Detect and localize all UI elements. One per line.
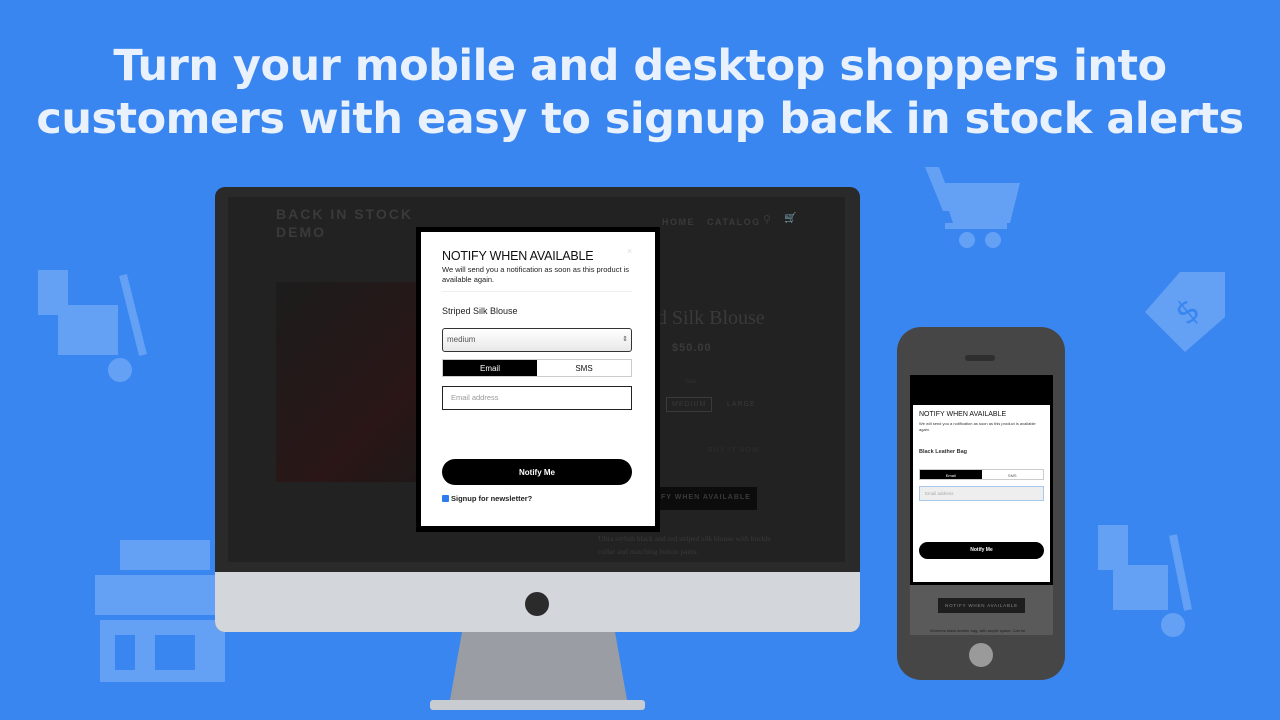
buy-now-button[interactable]: BUY IT NOW (708, 447, 759, 454)
cart-icon[interactable]: 🛒 (784, 213, 796, 224)
product-description: Ultra stylish black and red striped silk… (598, 534, 771, 556)
product-description: Womens black leather bag, with ample spa… (930, 628, 1026, 633)
phone-screen: NOTIFY WHEN AVAILABLE We will send you a… (910, 375, 1053, 635)
desktop-monitor: BACK IN STOCK DEMO HOME CATALOG ⚲ 🛒 ed S… (215, 187, 860, 632)
headline: Turn your mobile and desktop shoppers in… (0, 40, 1280, 146)
search-icon[interactable]: ⚲ (763, 213, 771, 226)
mobile-phone: NOTIFY WHEN AVAILABLE We will send you a… (897, 327, 1065, 680)
modal-subtitle: We will send you a notification as soon … (442, 265, 630, 284)
tab-email[interactable]: Email (920, 470, 982, 479)
cart-icon (925, 165, 1020, 248)
notify-modal: NOTIFY WHEN AVAILABLE × We will send you… (416, 227, 660, 532)
size-label: Size (685, 379, 697, 385)
newsletter-label: Signup for newsletter? (451, 494, 533, 503)
hand-truck-icon (38, 270, 147, 382)
notify-when-available-button[interactable]: FY WHEN AVAILABLE (653, 487, 757, 510)
modal-subtitle: We will send you a notification as soon … (919, 421, 1036, 432)
nav-home[interactable]: HOME (662, 217, 695, 227)
variant-select[interactable]: medium ⇕ (442, 328, 632, 352)
channel-tabs: Email SMS (442, 359, 632, 377)
select-arrows-icon: ⇕ (622, 336, 628, 343)
modal-title: NOTIFY WHEN AVAILABLE (919, 411, 1007, 418)
product-title: ed Silk Blouse (648, 307, 765, 329)
checkbox-checked-icon[interactable] (442, 495, 449, 502)
notify-me-button[interactable]: Notify Me (442, 459, 632, 485)
home-button[interactable] (969, 643, 993, 667)
store-title[interactable]: BACK IN STOCK DEMO (276, 205, 426, 241)
nav-catalog[interactable]: CATALOG (707, 217, 761, 227)
modal-title: NOTIFY WHEN AVAILABLE (442, 249, 594, 263)
divider (442, 291, 632, 292)
size-large[interactable]: LARGE (727, 401, 756, 408)
notify-me-button[interactable]: Notify Me (919, 542, 1044, 559)
price-tag-icon: $ (1145, 272, 1225, 352)
product-name: Black Leather Bag (919, 449, 967, 455)
price: $50.00 (672, 342, 712, 354)
tab-sms[interactable]: SMS (982, 470, 1044, 479)
desktop-screen: BACK IN STOCK DEMO HOME CATALOG ⚲ 🛒 ed S… (228, 197, 845, 562)
variant-value: medium (447, 335, 476, 344)
monitor-stand (430, 632, 645, 712)
product-name: Striped Silk Blouse (442, 306, 518, 316)
close-icon[interactable]: × (627, 246, 632, 256)
notify-when-available-button[interactable]: NOTIFY WHEN AVAILABLE (938, 598, 1025, 613)
email-input[interactable]: Email address (442, 386, 632, 410)
newsletter-checkbox[interactable]: Signup for newsletter? (442, 494, 532, 503)
headline-line-1: Turn your mobile and desktop shoppers in… (113, 41, 1167, 91)
storefront-icon (95, 540, 225, 682)
size-medium[interactable]: MEDIUM (666, 397, 713, 412)
hand-truck-icon (1098, 525, 1192, 637)
tab-email[interactable]: Email (443, 360, 537, 376)
phone-speaker (965, 355, 995, 361)
channel-tabs: Email SMS (919, 469, 1044, 480)
tab-sms[interactable]: SMS (537, 360, 631, 376)
headline-line-2: customers with easy to signup back in st… (36, 94, 1244, 144)
monitor-logo-dot (525, 592, 549, 616)
email-input[interactable]: Email address (919, 486, 1044, 501)
mobile-notify-modal: NOTIFY WHEN AVAILABLE We will send you a… (913, 405, 1050, 582)
